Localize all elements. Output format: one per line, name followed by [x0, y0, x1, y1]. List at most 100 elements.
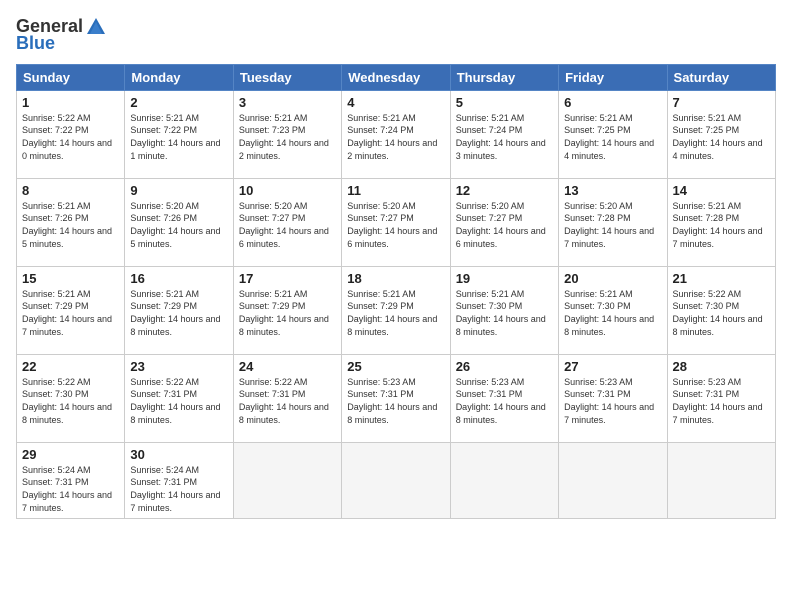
- calendar-cell: [559, 442, 667, 518]
- day-info: Sunrise: 5:21 AMSunset: 7:29 PMDaylight:…: [239, 288, 336, 338]
- day-number: 30: [130, 447, 227, 462]
- calendar-week-row: 29 Sunrise: 5:24 AMSunset: 7:31 PMDayligh…: [17, 442, 776, 518]
- calendar-cell: [667, 442, 775, 518]
- calendar-cell: 15 Sunrise: 5:21 AMSunset: 7:29 PMDayligh…: [17, 266, 125, 354]
- day-number: 2: [130, 95, 227, 110]
- day-number: 1: [22, 95, 119, 110]
- day-info: Sunrise: 5:21 AMSunset: 7:29 PMDaylight:…: [130, 288, 227, 338]
- calendar-cell: 28 Sunrise: 5:23 AMSunset: 7:31 PMDayligh…: [667, 354, 775, 442]
- day-info: Sunrise: 5:20 AMSunset: 7:28 PMDaylight:…: [564, 200, 661, 250]
- calendar-cell: [342, 442, 450, 518]
- calendar-cell: 9 Sunrise: 5:20 AMSunset: 7:26 PMDaylight…: [125, 178, 233, 266]
- calendar-cell: 8 Sunrise: 5:21 AMSunset: 7:26 PMDaylight…: [17, 178, 125, 266]
- day-number: 19: [456, 271, 553, 286]
- calendar-cell: 4 Sunrise: 5:21 AMSunset: 7:24 PMDaylight…: [342, 90, 450, 178]
- day-number: 7: [673, 95, 770, 110]
- day-info: Sunrise: 5:21 AMSunset: 7:30 PMDaylight:…: [456, 288, 553, 338]
- day-number: 11: [347, 183, 444, 198]
- calendar-cell: 16 Sunrise: 5:21 AMSunset: 7:29 PMDayligh…: [125, 266, 233, 354]
- day-number: 6: [564, 95, 661, 110]
- calendar-cell: 30 Sunrise: 5:24 AMSunset: 7:31 PMDayligh…: [125, 442, 233, 518]
- day-number: 18: [347, 271, 444, 286]
- day-info: Sunrise: 5:21 AMSunset: 7:29 PMDaylight:…: [22, 288, 119, 338]
- column-header-tuesday: Tuesday: [233, 64, 341, 90]
- day-number: 5: [456, 95, 553, 110]
- column-header-thursday: Thursday: [450, 64, 558, 90]
- column-header-saturday: Saturday: [667, 64, 775, 90]
- calendar: SundayMondayTuesdayWednesdayThursdayFrid…: [16, 64, 776, 519]
- calendar-cell: 22Sunrise: 5:22 AMSunset: 7:30 PMDayligh…: [17, 354, 125, 442]
- day-info: Sunrise: 5:20 AMSunset: 7:27 PMDaylight:…: [456, 200, 553, 250]
- day-number: 10: [239, 183, 336, 198]
- day-number: 26: [456, 359, 553, 374]
- calendar-cell: 7Sunrise: 5:21 AMSunset: 7:25 PMDaylight…: [667, 90, 775, 178]
- day-info: Sunrise: 5:21 AMSunset: 7:24 PMDaylight:…: [456, 112, 553, 162]
- calendar-header-row: SundayMondayTuesdayWednesdayThursdayFrid…: [17, 64, 776, 90]
- day-info: Sunrise: 5:20 AMSunset: 7:27 PMDaylight:…: [239, 200, 336, 250]
- day-number: 29: [22, 447, 119, 462]
- calendar-cell: 20 Sunrise: 5:21 AMSunset: 7:30 PMDayligh…: [559, 266, 667, 354]
- column-header-friday: Friday: [559, 64, 667, 90]
- day-number: 4: [347, 95, 444, 110]
- day-number: 15: [22, 271, 119, 286]
- calendar-cell: 17 Sunrise: 5:21 AMSunset: 7:29 PMDayligh…: [233, 266, 341, 354]
- calendar-cell: 18 Sunrise: 5:21 AMSunset: 7:29 PMDayligh…: [342, 266, 450, 354]
- day-number: 22: [22, 359, 119, 374]
- logo-blue: Blue: [16, 34, 107, 54]
- calendar-cell: [450, 442, 558, 518]
- calendar-week-row: 8 Sunrise: 5:21 AMSunset: 7:26 PMDaylight…: [17, 178, 776, 266]
- calendar-cell: 26 Sunrise: 5:23 AMSunset: 7:31 PMDayligh…: [450, 354, 558, 442]
- calendar-week-row: 22Sunrise: 5:22 AMSunset: 7:30 PMDayligh…: [17, 354, 776, 442]
- day-number: 13: [564, 183, 661, 198]
- column-header-monday: Monday: [125, 64, 233, 90]
- day-info: Sunrise: 5:23 AMSunset: 7:31 PMDaylight:…: [347, 376, 444, 426]
- day-number: 17: [239, 271, 336, 286]
- day-info: Sunrise: 5:20 AMSunset: 7:27 PMDaylight:…: [347, 200, 444, 250]
- day-info: Sunrise: 5:21 AMSunset: 7:23 PMDaylight:…: [239, 112, 336, 162]
- day-info: Sunrise: 5:24 AMSunset: 7:31 PMDaylight:…: [130, 464, 227, 514]
- day-number: 9: [130, 183, 227, 198]
- calendar-cell: 29 Sunrise: 5:24 AMSunset: 7:31 PMDayligh…: [17, 442, 125, 518]
- day-number: 12: [456, 183, 553, 198]
- day-info: Sunrise: 5:22 AMSunset: 7:30 PMDaylight:…: [673, 288, 770, 338]
- calendar-cell: 1Sunrise: 5:22 AMSunset: 7:22 PMDaylight…: [17, 90, 125, 178]
- calendar-cell: 13 Sunrise: 5:20 AMSunset: 7:28 PMDayligh…: [559, 178, 667, 266]
- day-number: 8: [22, 183, 119, 198]
- day-info: Sunrise: 5:21 AMSunset: 7:29 PMDaylight:…: [347, 288, 444, 338]
- logo: General Blue: [16, 16, 107, 54]
- day-info: Sunrise: 5:21 AMSunset: 7:25 PMDaylight:…: [564, 112, 661, 162]
- header: General Blue: [16, 16, 776, 54]
- calendar-cell: [233, 442, 341, 518]
- day-info: Sunrise: 5:20 AMSunset: 7:26 PMDaylight:…: [130, 200, 227, 250]
- day-number: 16: [130, 271, 227, 286]
- column-header-wednesday: Wednesday: [342, 64, 450, 90]
- calendar-cell: 23 Sunrise: 5:22 AMSunset: 7:31 PMDayligh…: [125, 354, 233, 442]
- day-number: 23: [130, 359, 227, 374]
- calendar-cell: 6 Sunrise: 5:21 AMSunset: 7:25 PMDaylight…: [559, 90, 667, 178]
- calendar-cell: 2 Sunrise: 5:21 AMSunset: 7:22 PMDaylight…: [125, 90, 233, 178]
- day-number: 24: [239, 359, 336, 374]
- calendar-cell: 5 Sunrise: 5:21 AMSunset: 7:24 PMDaylight…: [450, 90, 558, 178]
- day-info: Sunrise: 5:24 AMSunset: 7:31 PMDaylight:…: [22, 464, 119, 514]
- day-info: Sunrise: 5:21 AMSunset: 7:22 PMDaylight:…: [130, 112, 227, 162]
- day-info: Sunrise: 5:21 AMSunset: 7:28 PMDaylight:…: [673, 200, 770, 250]
- calendar-cell: 12 Sunrise: 5:20 AMSunset: 7:27 PMDayligh…: [450, 178, 558, 266]
- day-info: Sunrise: 5:21 AMSunset: 7:26 PMDaylight:…: [22, 200, 119, 250]
- calendar-week-row: 1Sunrise: 5:22 AMSunset: 7:22 PMDaylight…: [17, 90, 776, 178]
- calendar-week-row: 15 Sunrise: 5:21 AMSunset: 7:29 PMDayligh…: [17, 266, 776, 354]
- day-number: 27: [564, 359, 661, 374]
- calendar-cell: 21Sunrise: 5:22 AMSunset: 7:30 PMDayligh…: [667, 266, 775, 354]
- day-info: Sunrise: 5:21 AMSunset: 7:24 PMDaylight:…: [347, 112, 444, 162]
- calendar-cell: 14Sunrise: 5:21 AMSunset: 7:28 PMDayligh…: [667, 178, 775, 266]
- day-number: 25: [347, 359, 444, 374]
- calendar-cell: 3 Sunrise: 5:21 AMSunset: 7:23 PMDaylight…: [233, 90, 341, 178]
- calendar-cell: 11 Sunrise: 5:20 AMSunset: 7:27 PMDayligh…: [342, 178, 450, 266]
- day-info: Sunrise: 5:23 AMSunset: 7:31 PMDaylight:…: [673, 376, 770, 426]
- day-info: Sunrise: 5:23 AMSunset: 7:31 PMDaylight:…: [456, 376, 553, 426]
- day-number: 20: [564, 271, 661, 286]
- day-info: Sunrise: 5:21 AMSunset: 7:30 PMDaylight:…: [564, 288, 661, 338]
- day-number: 3: [239, 95, 336, 110]
- day-info: Sunrise: 5:22 AMSunset: 7:31 PMDaylight:…: [130, 376, 227, 426]
- day-number: 28: [673, 359, 770, 374]
- calendar-cell: 27Sunrise: 5:23 AMSunset: 7:31 PMDayligh…: [559, 354, 667, 442]
